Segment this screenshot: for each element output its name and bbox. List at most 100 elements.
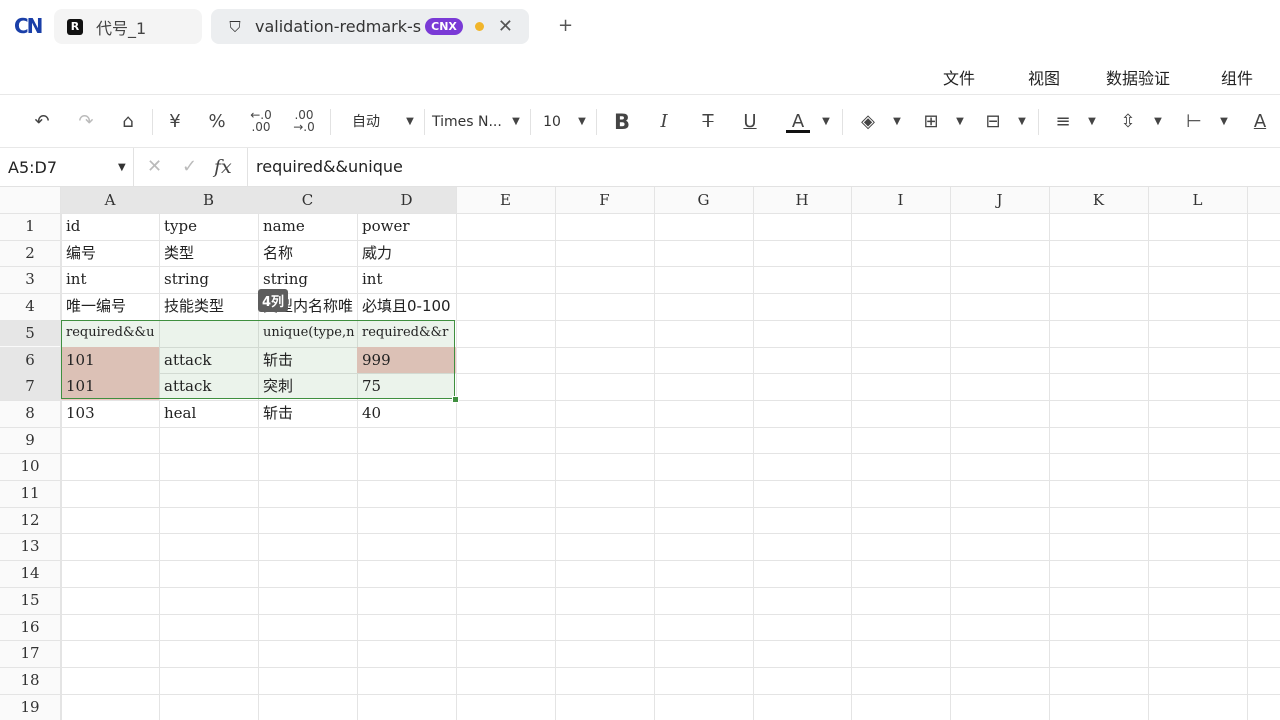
- row-header[interactable]: 15: [0, 587, 60, 614]
- chevron-down-icon[interactable]: ▼: [1218, 109, 1230, 135]
- italic-icon[interactable]: I: [652, 109, 676, 135]
- decrease-decimal-button[interactable]: ←.0.00: [249, 109, 273, 135]
- cell-B4[interactable]: 技能类型: [159, 293, 258, 320]
- row-header[interactable]: 11: [0, 480, 60, 507]
- row-header[interactable]: 18: [0, 667, 60, 694]
- column-header[interactable]: L: [1148, 187, 1247, 213]
- row-header[interactable]: 19: [0, 694, 60, 720]
- merge-cells-icon[interactable]: ⊟: [981, 109, 1005, 135]
- cell-B1[interactable]: type: [159, 213, 258, 240]
- column-header[interactable]: F: [555, 187, 654, 213]
- column-header[interactable]: I: [851, 187, 950, 213]
- tab-doc-1[interactable]: R 代号_1: [54, 9, 202, 44]
- text-wrap-icon[interactable]: ⊢: [1182, 109, 1206, 135]
- cell-D7[interactable]: 75: [357, 373, 456, 400]
- column-header[interactable]: J: [950, 187, 1049, 213]
- cell-D5[interactable]: required&&r: [357, 320, 456, 347]
- undo-icon[interactable]: ↶: [30, 109, 54, 135]
- menu-data-validation[interactable]: 数据验证: [1106, 65, 1170, 89]
- cell-D6[interactable]: 999: [357, 347, 456, 374]
- cell-A1[interactable]: id: [61, 213, 159, 240]
- column-header[interactable]: K: [1049, 187, 1148, 213]
- cell-B7[interactable]: attack: [159, 373, 258, 400]
- spreadsheet-grid[interactable]: A B C D E F G H I J K L 1 2 3 4 5 6 7 8 9 10 11 12 13 14 15 16 17 18 1…: [0, 187, 1280, 720]
- chevron-down-icon[interactable]: ▼: [820, 109, 832, 135]
- text-rotate-icon[interactable]: A: [1248, 109, 1272, 135]
- cell-B6[interactable]: attack: [159, 347, 258, 374]
- confirm-icon[interactable]: ✓: [182, 156, 197, 177]
- percent-button[interactable]: %: [205, 109, 229, 135]
- increase-decimal-button[interactable]: .00 →.0: [292, 109, 316, 135]
- cell-B5[interactable]: [159, 320, 258, 347]
- add-tab-icon[interactable]: +: [558, 15, 573, 36]
- chevron-down-icon[interactable]: ▼: [1152, 109, 1164, 135]
- row-header[interactable]: 17: [0, 640, 60, 667]
- row-header[interactable]: 4: [0, 293, 60, 320]
- row-header[interactable]: 14: [0, 560, 60, 587]
- row-header[interactable]: 2: [0, 240, 60, 267]
- row-header[interactable]: 9: [0, 427, 60, 454]
- borders-icon[interactable]: ⊞: [919, 109, 943, 135]
- menu-file[interactable]: 文件: [943, 65, 975, 89]
- cell-D3[interactable]: int: [357, 266, 456, 293]
- row-header[interactable]: 8: [0, 400, 60, 427]
- underline-icon[interactable]: U: [738, 109, 762, 135]
- cell-D8[interactable]: 40: [357, 400, 456, 427]
- font-size-select[interactable]: 10: [540, 109, 564, 135]
- vertical-align-icon[interactable]: ⇳: [1116, 109, 1140, 135]
- cell-A3[interactable]: int: [61, 266, 159, 293]
- align-left-icon[interactable]: ≡: [1051, 109, 1075, 135]
- cell-A6[interactable]: 101: [61, 347, 159, 374]
- cell-A4[interactable]: 唯一编号: [61, 293, 159, 320]
- chevron-down-icon[interactable]: ▼: [404, 109, 416, 135]
- chevron-down-icon[interactable]: ▼: [954, 109, 966, 135]
- cell-B3[interactable]: string: [159, 266, 258, 293]
- cell-C1[interactable]: name: [258, 213, 357, 240]
- cell-C6[interactable]: 斩击: [258, 347, 357, 374]
- column-header[interactable]: H: [753, 187, 851, 213]
- cancel-icon[interactable]: ✕: [147, 156, 162, 177]
- currency-button[interactable]: ¥: [163, 109, 187, 135]
- menu-view[interactable]: 视图: [1028, 65, 1060, 89]
- column-header[interactable]: B: [159, 187, 258, 213]
- cell-A5[interactable]: required&&u: [61, 320, 159, 347]
- row-header[interactable]: 16: [0, 614, 60, 641]
- cell-A7[interactable]: 101: [61, 373, 159, 400]
- close-icon[interactable]: ✕: [498, 16, 513, 37]
- format-painter-icon[interactable]: ⌂: [116, 109, 140, 135]
- chevron-down-icon[interactable]: ▼: [576, 109, 588, 135]
- column-header[interactable]: G: [654, 187, 753, 213]
- cell-D4[interactable]: 必填且0-100: [357, 293, 496, 320]
- chevron-down-icon[interactable]: ▼: [891, 109, 903, 135]
- row-header[interactable]: 5: [0, 319, 60, 347]
- cell-A8[interactable]: 103: [61, 400, 159, 427]
- cell-A2[interactable]: 编号: [61, 240, 159, 267]
- redo-icon[interactable]: ↷: [74, 109, 98, 135]
- chevron-down-icon[interactable]: ▼: [1016, 109, 1028, 135]
- font-color-icon[interactable]: A: [786, 109, 810, 133]
- cell-D2[interactable]: 威力: [357, 240, 456, 267]
- menu-components[interactable]: 组件: [1221, 65, 1253, 89]
- cell-C5[interactable]: unique(type,n: [258, 320, 357, 347]
- name-box[interactable]: A5:D7 ▼: [0, 148, 134, 186]
- bold-icon[interactable]: B: [610, 109, 634, 135]
- column-header[interactable]: A: [61, 187, 159, 213]
- cell-B8[interactable]: heal: [159, 400, 258, 427]
- cell-C2[interactable]: 名称: [258, 240, 357, 267]
- cell-C7[interactable]: 突刺: [258, 373, 357, 400]
- row-header[interactable]: 6: [0, 346, 60, 374]
- column-header[interactable]: C: [258, 187, 357, 213]
- column-header[interactable]: E: [456, 187, 555, 213]
- row-header[interactable]: 3: [0, 266, 60, 293]
- number-format-select[interactable]: 自动: [346, 109, 386, 135]
- strikethrough-icon[interactable]: T: [696, 109, 720, 135]
- row-header[interactable]: 13: [0, 533, 60, 560]
- row-header[interactable]: 12: [0, 507, 60, 534]
- cell-C8[interactable]: 斩击: [258, 400, 357, 427]
- column-header[interactable]: D: [357, 187, 456, 213]
- row-header[interactable]: 1: [0, 213, 60, 240]
- formula-input[interactable]: required&&unique: [256, 157, 403, 176]
- chevron-down-icon[interactable]: ▼: [1086, 109, 1098, 135]
- row-header[interactable]: 7: [0, 373, 60, 400]
- tab-doc-2[interactable]: ⛉ validation-redmark-s CNX ✕: [211, 9, 529, 44]
